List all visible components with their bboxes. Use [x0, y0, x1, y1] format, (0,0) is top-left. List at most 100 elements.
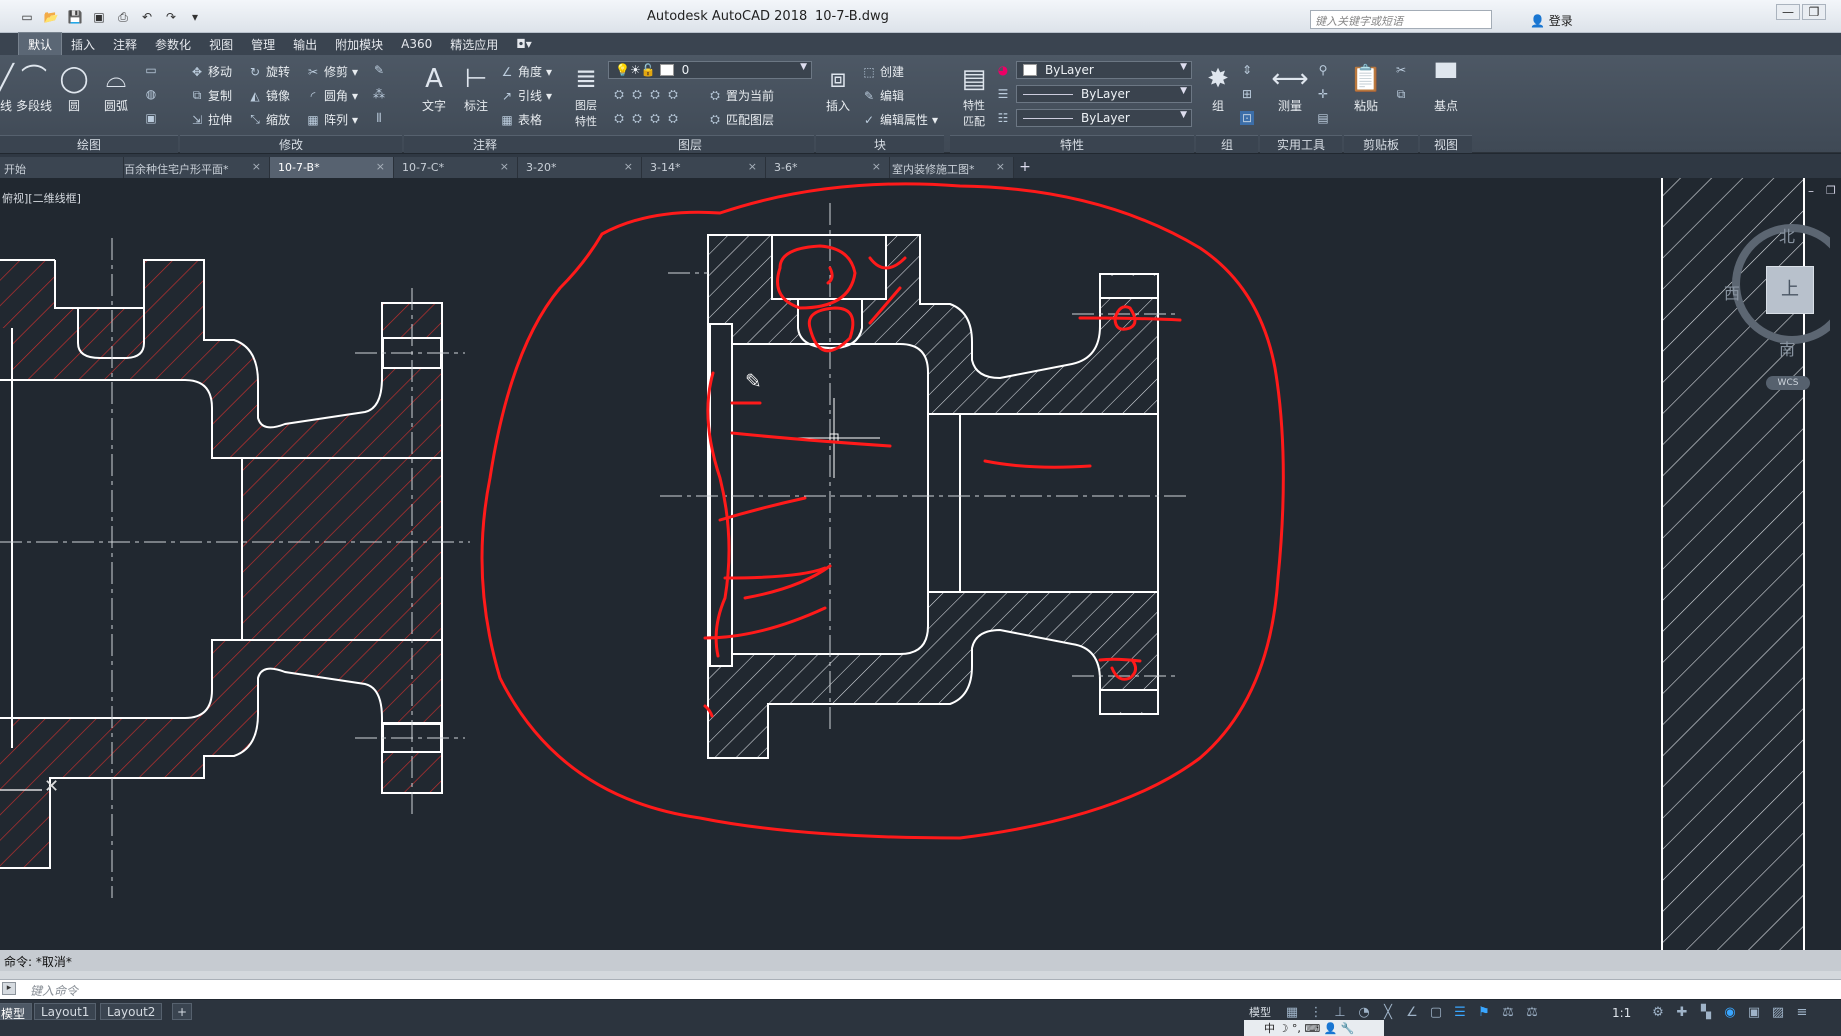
group-label-view[interactable]: 视图 [1420, 135, 1472, 153]
group-label-groups[interactable]: 组 [1196, 135, 1258, 153]
ribbon-tab-parametric[interactable]: 参数化 [146, 33, 200, 56]
region-button[interactable]: ▣ [144, 111, 158, 125]
layer-tools-row[interactable]: ⛭ ⛭ ⛭ ⛭ [612, 87, 680, 102]
color-dropdown[interactable]: ByLayer ▼ [1016, 61, 1192, 79]
close-icon[interactable]: × [748, 160, 757, 173]
explode-button[interactable]: ⁂ [372, 87, 386, 101]
new-file-icon[interactable]: ▭ [18, 9, 36, 25]
ribbon-tab-default[interactable]: 默认 [18, 32, 63, 56]
group-label-utilities[interactable]: 实用工具 [1260, 135, 1342, 153]
insert-block-button[interactable]: ⧈ 插入 [818, 61, 858, 114]
redo-icon[interactable]: ↷ [162, 9, 180, 25]
ribbon-tab-addins[interactable]: 附加模块 [326, 33, 392, 56]
group-label-draw[interactable]: 绘图 [0, 135, 178, 153]
wcs-button[interactable]: WCS [1766, 376, 1810, 390]
layout-tab-layout1[interactable]: Layout1 [34, 1003, 97, 1020]
doc-tab-1[interactable]: 百余种住宅户形平面* × [124, 157, 270, 178]
erase-button[interactable]: ✎ [372, 63, 386, 77]
open-file-icon[interactable]: 📂 [42, 9, 60, 25]
doc-tab-10-7-b[interactable]: 10-7-B* × [270, 157, 394, 178]
circle-button[interactable]: ◯ 圆 [54, 61, 94, 114]
leader-button[interactable]: ↗ 引线 ▾ [500, 87, 552, 104]
rectangle-button[interactable]: ▭ [144, 63, 158, 77]
lineweight-icon[interactable]: ☷ [996, 111, 1010, 125]
move-button[interactable]: ✥ 移动 [190, 63, 232, 80]
workspace-gear-icon[interactable]: ⚙ [1650, 1005, 1666, 1020]
ungroup-icon[interactable]: ⇕ [1240, 63, 1254, 77]
mirror-button[interactable]: ◭ 镜像 [248, 87, 290, 104]
ribbon-tab-featured[interactable]: 精选应用 [441, 33, 507, 56]
object-track-icon[interactable]: ∠ [1404, 1005, 1420, 1020]
measure-button[interactable]: ⟷ 测量 [1270, 61, 1310, 114]
arc-button[interactable]: ⌓ 圆弧 [96, 61, 136, 114]
osnap-icon[interactable]: ▢ [1428, 1005, 1444, 1020]
doc-tab-interior[interactable]: 室内装修施工图* × [890, 157, 1014, 178]
hatch-button[interactable]: ◍ [144, 87, 158, 101]
doc-tab-start[interactable]: 开始 [0, 157, 124, 178]
ribbon-tab-insert[interactable]: 插入 [62, 33, 104, 56]
match-properties-button[interactable]: ▤ 特性 匹配 [954, 61, 994, 129]
stretch-button[interactable]: ⇲ 拉伸 [190, 111, 232, 128]
group-label-block[interactable]: 块 [816, 135, 944, 153]
doc-tab-3-20[interactable]: 3-20* × [518, 157, 642, 178]
group-button[interactable]: ✸ 组 [1198, 61, 1238, 114]
viewcube-north[interactable]: 北 [1779, 223, 1795, 247]
layout-tab-layout2[interactable]: Layout2 [100, 1003, 163, 1020]
print-icon[interactable]: ⎙ [114, 9, 132, 25]
doc-tab-10-7-c[interactable]: 10-7-C* × [394, 157, 518, 178]
transparency-icon[interactable]: ⚑ [1476, 1005, 1492, 1020]
ribbon-tab-output[interactable]: 输出 [284, 33, 326, 56]
viewport-restore-icon[interactable]: ❐ [1826, 184, 1836, 197]
close-icon[interactable]: × [872, 160, 881, 173]
ribbon-tab-annotate[interactable]: 注释 [104, 33, 146, 56]
viewport-minimize-icon[interactable]: – [1808, 184, 1814, 198]
text-button[interactable]: A 文字 [414, 61, 454, 114]
scale-button[interactable]: ⤡ 缩放 [248, 111, 290, 128]
edit-block-button[interactable]: ✎ 编辑 [862, 87, 904, 104]
ribbon-tab-manage[interactable]: 管理 [242, 33, 284, 56]
doc-tab-3-14[interactable]: 3-14* × [642, 157, 766, 178]
qat-dropdown-icon[interactable]: ▾ [186, 9, 204, 25]
polyline-button[interactable]: ⌒ 多段线 [14, 61, 54, 114]
viewport-label[interactable]: 俯视][二维线框] [2, 190, 81, 206]
help-search-input[interactable]: 键入关键字或短语 [1310, 10, 1492, 29]
plus-icon[interactable]: ✚ [1674, 1005, 1690, 1020]
viewcube-south[interactable]: 南 [1779, 336, 1795, 360]
close-icon[interactable]: × [252, 160, 261, 173]
grid-icon[interactable]: ▦ [1284, 1005, 1300, 1020]
ime-toolbar[interactable]: 中 ☽ °, ⌨ 👤 🔧 [1244, 1020, 1384, 1036]
layer-properties-button[interactable]: ≣ 图层 特性 [566, 61, 606, 129]
dimension-button[interactable]: ⊢ 标注 [456, 61, 496, 114]
doc-tab-3-6[interactable]: 3-6* × [766, 157, 890, 178]
calculator-icon[interactable]: ▤ [1316, 111, 1330, 125]
viewcube-top-face[interactable]: 上 [1766, 266, 1814, 314]
paste-button[interactable]: 📋 粘贴 [1346, 61, 1386, 114]
snap-icon[interactable]: ⋮ [1308, 1005, 1324, 1020]
save-icon[interactable]: 💾 [66, 9, 84, 25]
close-icon[interactable]: × [996, 160, 1005, 173]
signin-button[interactable]: 👤 登录 [1530, 12, 1573, 29]
base-view-button[interactable]: ▀ 基点 [1426, 61, 1466, 114]
trim-button[interactable]: ✂ 修剪 ▾ [306, 63, 358, 80]
annotation-visibility-icon[interactable]: ⚖ [1500, 1005, 1516, 1020]
close-icon[interactable]: × [376, 160, 385, 173]
ortho-icon[interactable]: ⊥ [1332, 1005, 1348, 1020]
set-current-layer-button[interactable]: ⛭ 置为当前 [708, 87, 774, 104]
status-model-label[interactable]: 模型 [1249, 1004, 1271, 1020]
color-wheel-icon[interactable]: ◕ [996, 63, 1010, 77]
cut-icon[interactable]: ✂ [1394, 63, 1408, 77]
ribbon-options-icon[interactable]: ◘▾ [507, 34, 541, 54]
isodraft-icon[interactable]: ╳ [1380, 1005, 1396, 1020]
drawing-canvas[interactable]: ✕ ✎ 俯视][二维线框] 北 西 南 上 WCS – ❐ [0, 178, 1841, 950]
copy-clip-icon[interactable]: ⧉ [1394, 87, 1408, 102]
group-label-annotation[interactable]: 注释 [404, 135, 566, 153]
clean-screen-icon[interactable]: ▨ [1770, 1005, 1786, 1020]
ribbon-tab-view[interactable]: 视图 [200, 33, 242, 56]
command-input[interactable]: 键入命令 [0, 979, 1841, 999]
undo-icon[interactable]: ↶ [138, 9, 156, 25]
create-block-button[interactable]: ⬚ 创建 [862, 63, 904, 80]
linetype-icon[interactable]: ☰ [996, 87, 1010, 101]
annotation-scale[interactable]: 1:1 [1612, 1006, 1631, 1020]
offset-button[interactable]: ⫴ [372, 111, 386, 126]
group-label-modify[interactable]: 修改 [180, 135, 402, 153]
